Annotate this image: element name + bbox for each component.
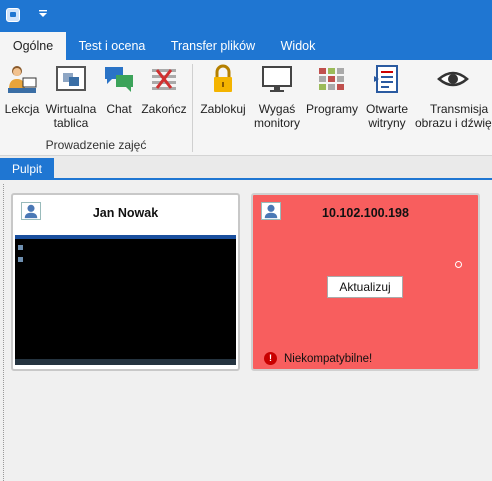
computer-card[interactable]: Jan Nowak	[11, 193, 240, 371]
wygas-monitory-label-line1: Wygaś	[258, 102, 296, 116]
update-button[interactable]: Aktualizuj	[327, 276, 403, 298]
tab-test-i-ocena[interactable]: Test i ocena	[70, 32, 154, 60]
otwarte-witryny-button[interactable]: Otwarte witryny	[362, 64, 412, 130]
otwarte-witryny-label-line2: witryny	[368, 116, 406, 130]
eye-icon	[437, 71, 469, 87]
tab-ogolne[interactable]: Ogólne	[0, 32, 66, 60]
thumb-control	[216, 236, 220, 239]
monitor-icon	[262, 66, 292, 92]
wirtualna-tablica-label-line1: Wirtualna	[45, 102, 97, 116]
chevron-down-icon[interactable]	[38, 9, 48, 19]
desktop-shortcut-icon	[18, 257, 23, 262]
chat-label: Chat	[106, 102, 132, 116]
tab-widok[interactable]: Widok	[270, 32, 326, 60]
grid-border	[3, 184, 4, 481]
thumb-taskbar	[15, 359, 236, 365]
view-tab-bar: Pulpit	[0, 156, 492, 180]
ribbon-tab-bar: Ogólne Test i ocena Transfer plików Wido…	[0, 32, 492, 60]
end-icon	[152, 69, 176, 90]
exclamation-icon: !	[264, 352, 277, 365]
group-separator	[192, 64, 193, 152]
app-logo-icon[interactable]	[6, 8, 20, 22]
status-dot-icon	[455, 261, 462, 268]
programs-icon	[319, 68, 344, 90]
tab-transfer-plikow[interactable]: Transfer plików	[162, 32, 264, 60]
zakoncz-label: Zakończ	[141, 102, 187, 116]
whiteboard-icon	[56, 66, 86, 91]
chat-icon	[105, 67, 133, 92]
computer-name: Jan Nowak	[92, 206, 159, 220]
transmisja-button[interactable]: Transmisja obrazu i dźwię	[414, 64, 492, 130]
zablokuj-button[interactable]: Zablokuj	[197, 64, 249, 116]
error-message: Niekompatybilne!	[284, 353, 373, 365]
lock-icon	[214, 64, 232, 92]
thumb-control	[224, 236, 228, 239]
zablokuj-label: Zablokuj	[200, 102, 246, 116]
chat-button[interactable]: Chat	[102, 64, 136, 116]
programy-label: Programy	[306, 102, 359, 116]
lekcja-label: Lekcja	[4, 102, 40, 116]
ribbon: Lekcja Wirtualna tablica Chat Zakończ Pr…	[0, 60, 492, 156]
transmisja-label-line2: obrazu i dźwię	[415, 116, 492, 130]
wygas-monitory-button[interactable]: Wygaś monitory	[250, 64, 304, 130]
desktop-grid: Jan Nowak 10.102.100.198 Aktualizuj ! Ni…	[0, 182, 492, 481]
zakoncz-button[interactable]: Zakończ	[140, 64, 188, 116]
wirtualna-tablica-button[interactable]: Wirtualna tablica	[44, 64, 98, 130]
transmisja-label-line1: Transmisja	[430, 102, 489, 116]
teacher-icon	[8, 66, 37, 93]
desktop-shortcut-icon	[18, 245, 23, 250]
tab-pulpit[interactable]: Pulpit	[0, 158, 54, 180]
thumb-control	[200, 236, 204, 239]
screen-thumbnail[interactable]	[15, 235, 236, 365]
wirtualna-tablica-label-line2: tablica	[53, 116, 89, 130]
computer-address: 10.102.100.198	[322, 206, 409, 220]
lekcja-button[interactable]: Lekcja	[2, 64, 42, 116]
ribbon-group-label: Prowadzenie zajęć	[45, 138, 147, 152]
programy-button[interactable]: Programy	[306, 64, 358, 116]
title-bar	[0, 0, 492, 32]
computer-card-incompatible[interactable]: 10.102.100.198 Aktualizuj ! Niekompatybi…	[251, 193, 480, 371]
otwarte-witryny-label-line1: Otwarte	[365, 102, 408, 116]
thumb-control	[208, 236, 212, 239]
wygas-monitory-label-line2: monitory	[253, 116, 300, 130]
websites-icon	[374, 65, 398, 93]
